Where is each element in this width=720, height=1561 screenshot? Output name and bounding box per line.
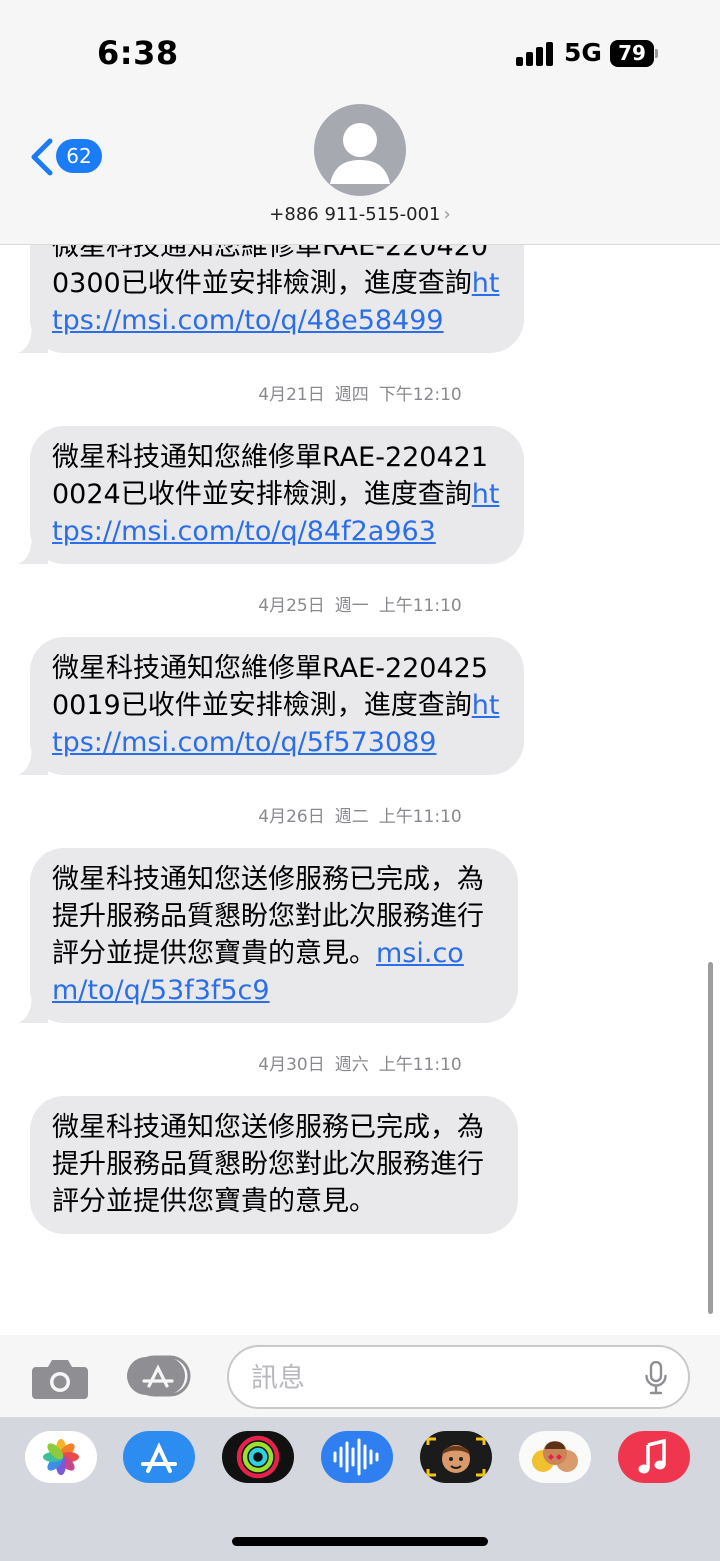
photos-icon[interactable]: [25, 1431, 97, 1483]
message-text: 微星科技通知您維修單RAE-2204210024已收件並安排檢測，進度查詢: [52, 442, 489, 510]
bubble-tail: [18, 993, 48, 1023]
battery-level: 79: [610, 40, 654, 67]
unread-count-badge: 62: [56, 139, 102, 173]
back-button[interactable]: 62: [28, 136, 108, 178]
audio-message-icon[interactable]: [321, 1431, 393, 1483]
person-icon: [330, 123, 390, 184]
music-icon[interactable]: [618, 1431, 690, 1483]
composer-bar: [0, 1335, 720, 1417]
message-text: 微星科技通知您送修服務已完成，為提升服務品質懇盼您對此次服務進行評分並提供您寶貴…: [52, 1112, 484, 1217]
memoji-stickers-icon[interactable]: [519, 1431, 591, 1483]
bubble-tail: [18, 534, 48, 564]
timestamp: 4月21日 週四 下午12:10: [258, 385, 462, 405]
message-bubble[interactable]: 微星科技通知您送修服務已完成，為提升服務品質懇盼您對此次服務進行評分並提供您寶貴…: [30, 1096, 518, 1234]
contact-name[interactable]: +886 911-515-001 ›: [0, 204, 720, 225]
apps-button-icon[interactable]: [127, 1355, 193, 1397]
chevron-right-icon: ›: [443, 204, 451, 225]
cellular-signal-icon: [516, 42, 556, 66]
contact-avatar[interactable]: [314, 104, 406, 196]
message-bubble[interactable]: 微星科技通知您維修單RAE-2204200300已收件並安排檢測，進度查詢htt…: [18, 245, 524, 353]
app-store-icon[interactable]: [123, 1431, 195, 1483]
memoji-icon[interactable]: [420, 1431, 492, 1483]
bubble-tail: [18, 323, 48, 353]
battery-icon: 79: [610, 40, 658, 67]
message-input-field[interactable]: [227, 1345, 690, 1409]
contact-number: +886 911-515-001: [269, 204, 441, 225]
fitness-icon[interactable]: [222, 1431, 294, 1483]
message-bubble[interactable]: 微星科技通知您維修單RAE-2204250019已收件並安排檢測，進度查詢htt…: [18, 637, 524, 775]
status-time: 6:38: [97, 34, 179, 72]
home-indicator[interactable]: [232, 1537, 488, 1546]
message-thread[interactable]: 微星科技通知您維修單RAE-2204200300已收件並安排檢測，進度查詢htt…: [0, 245, 720, 1335]
imessage-app-drawer: [0, 1417, 720, 1561]
network-type: 5G: [564, 38, 602, 67]
chevron-left-icon: [31, 138, 53, 176]
timestamp: 4月25日 週一 上午11:10: [258, 596, 462, 616]
timestamp: 4月26日 週二 上午11:10: [258, 807, 462, 827]
timestamp: 4月30日 週六 上午11:10: [258, 1055, 462, 1075]
bubble-tail: [18, 745, 48, 775]
microphone-icon[interactable]: [645, 1361, 667, 1395]
message-input[interactable]: [251, 1359, 631, 1397]
navigation-header: 6:38 5G 79 62 +886 911-515-001 ›: [0, 0, 720, 245]
message-text: 微星科技通知您維修單RAE-2204200300已收件並安排檢測，進度查詢: [52, 245, 489, 299]
camera-icon[interactable]: [32, 1357, 88, 1399]
message-bubble[interactable]: 微星科技通知您維修單RAE-2204210024已收件並安排檢測，進度查詢htt…: [18, 426, 524, 564]
message-bubble[interactable]: 微星科技通知您送修服務已完成，為提升服務品質懇盼您對此次服務進行評分並提供您寶貴…: [18, 848, 518, 1023]
scroll-indicator[interactable]: [708, 962, 713, 1314]
message-text: 微星科技通知您維修單RAE-2204250019已收件並安排檢測，進度查詢: [52, 653, 489, 721]
